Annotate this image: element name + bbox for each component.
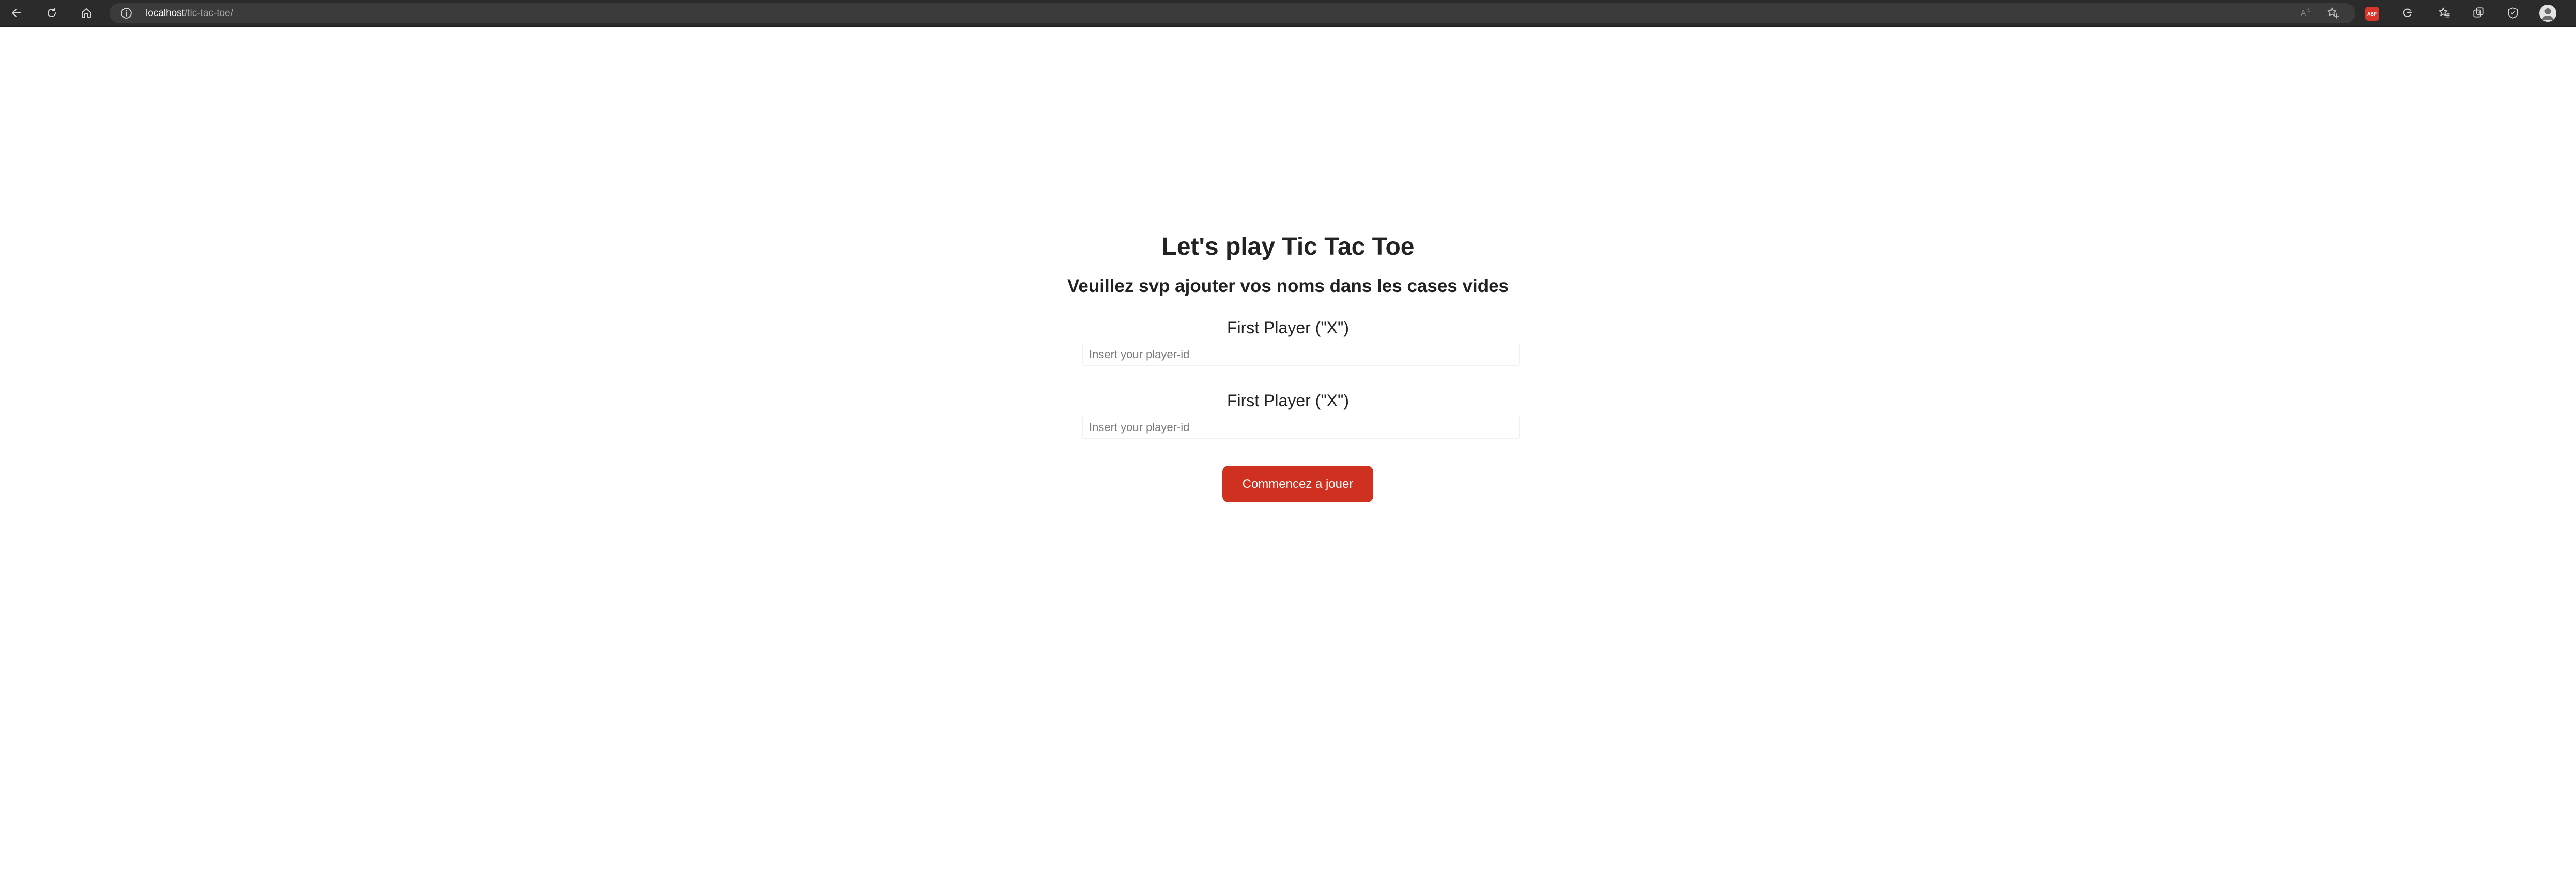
url-host: localhost (146, 8, 185, 19)
url-path: /tic-tac-toe/ (185, 8, 233, 19)
page-subtitle: Veuillez svp ajouter vos noms dans les c… (1067, 276, 1509, 296)
player1-input[interactable] (1082, 343, 1520, 366)
info-icon[interactable] (120, 7, 133, 20)
extension-icon[interactable] (2398, 4, 2416, 22)
profile-avatar[interactable] (2539, 5, 2556, 22)
collections-icon[interactable] (2470, 4, 2488, 22)
start-game-button[interactable]: Commencez a jouer (1222, 466, 1373, 502)
page-content: Let's play Tic Tac Toe Veuillez svp ajou… (0, 29, 2576, 876)
svg-text:A: A (2301, 9, 2306, 18)
add-favorite-icon[interactable] (2324, 4, 2342, 22)
address-bar[interactable]: localhost/tic-tac-toe/ (110, 3, 2355, 23)
url-text: localhost/tic-tac-toe/ (146, 3, 233, 23)
browser-toolbar: localhost/tic-tac-toe/ A ABP (0, 0, 2576, 27)
player1-label: First Player ("X") (1226, 318, 1350, 337)
player2-label: First Player ("X") (1226, 391, 1350, 410)
home-icon[interactable] (78, 4, 95, 22)
player2-input[interactable] (1082, 416, 1520, 439)
reload-icon[interactable] (43, 4, 60, 22)
page-title: Let's play Tic Tac Toe (1161, 233, 1415, 260)
back-arrow-icon[interactable] (8, 4, 25, 22)
read-aloud-icon[interactable]: A (2297, 4, 2315, 22)
favorites-icon[interactable] (2435, 4, 2453, 22)
browser-essentials-icon[interactable] (2504, 4, 2522, 22)
adblock-extension-icon[interactable]: ABP (2365, 7, 2379, 21)
